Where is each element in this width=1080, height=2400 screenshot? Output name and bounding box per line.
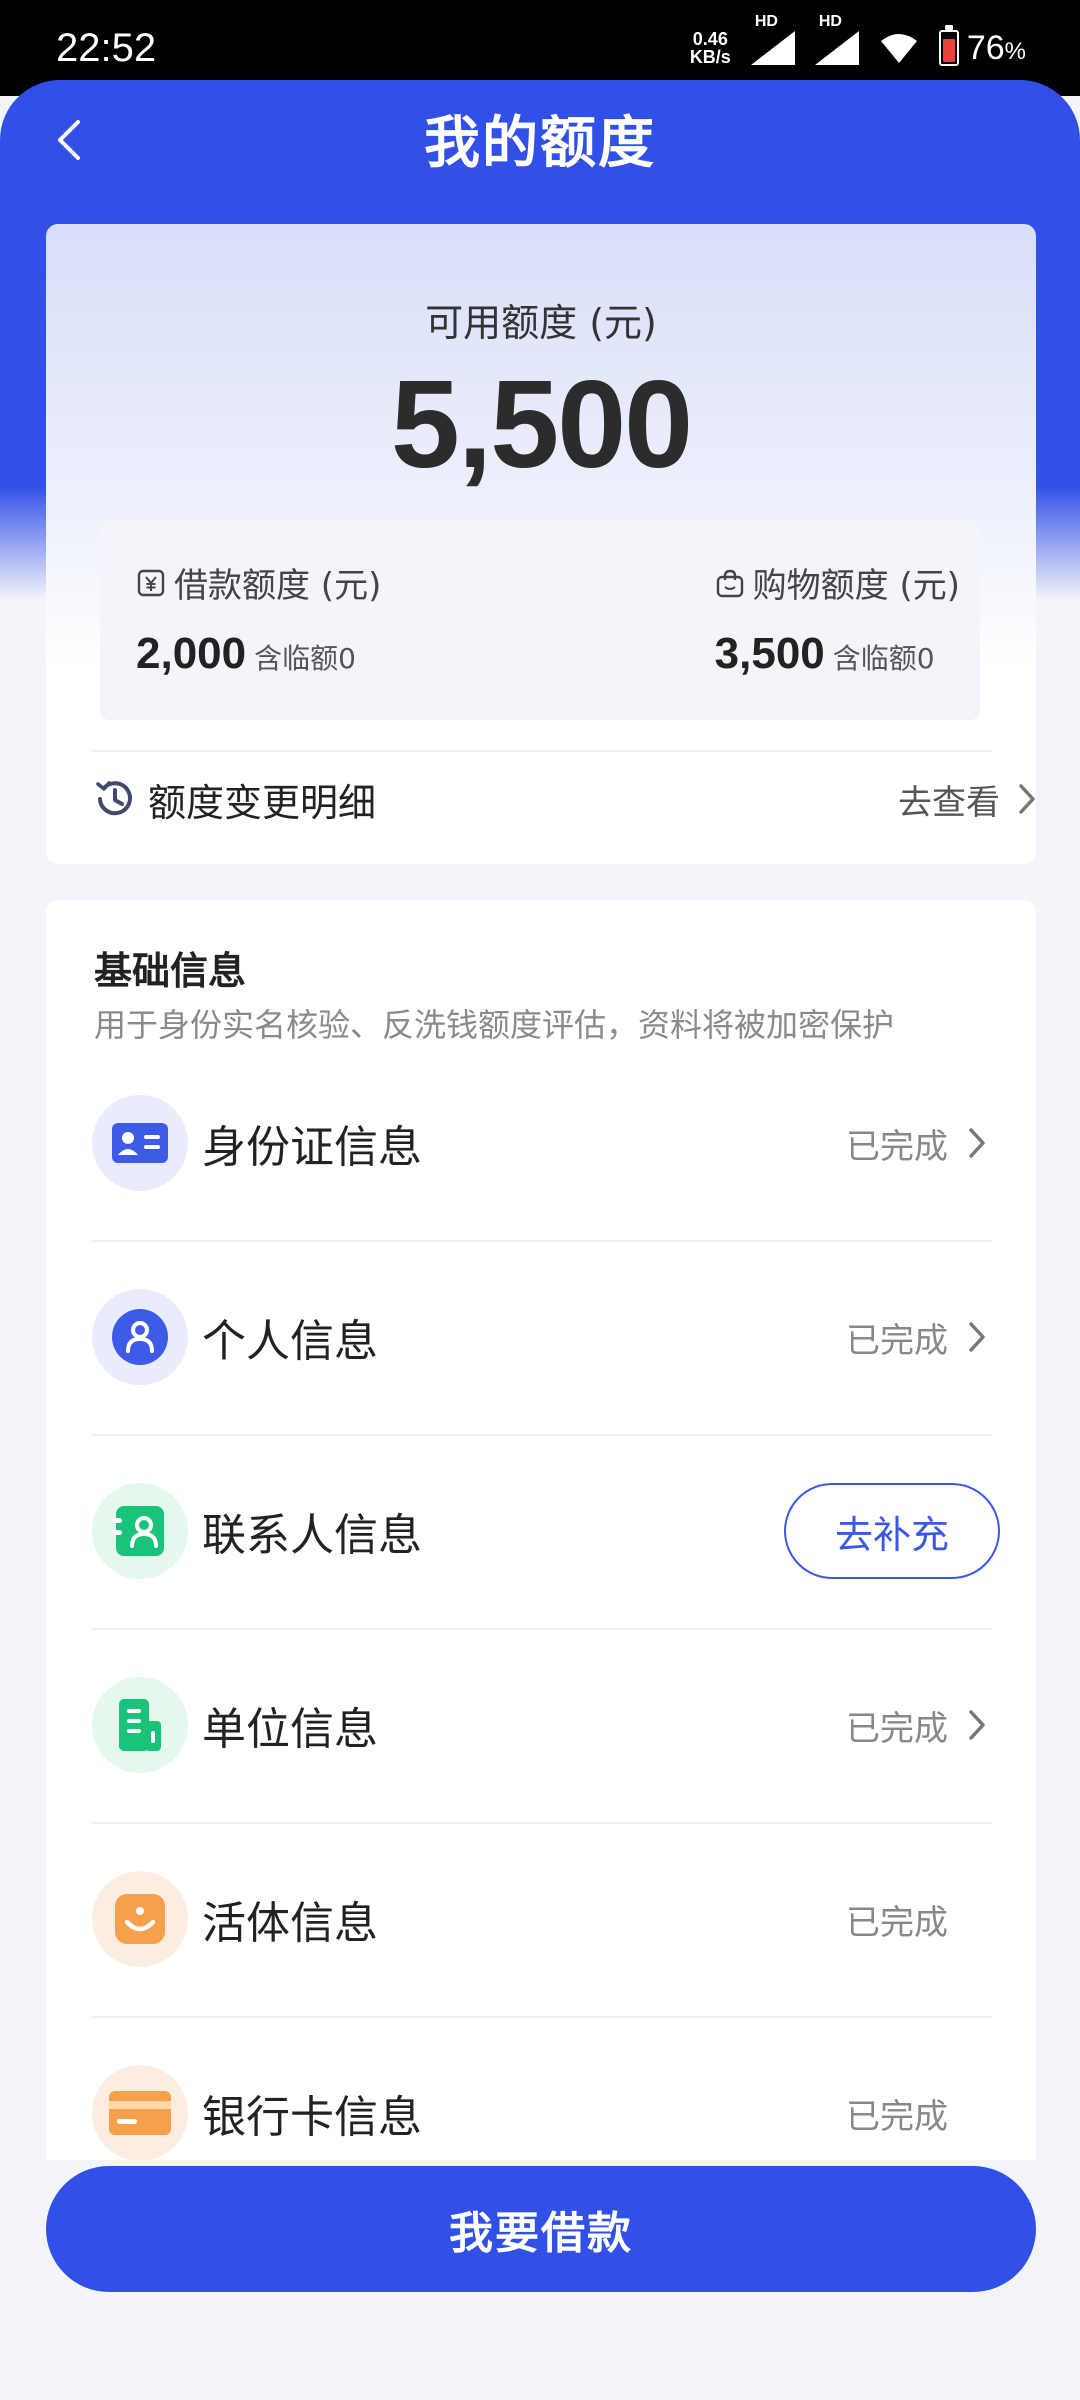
person-icon xyxy=(92,1289,188,1385)
info-row-status: 已完成 xyxy=(846,1320,948,1361)
chevron-right-icon xyxy=(1019,784,1035,814)
history-clock-icon xyxy=(96,781,132,816)
info-row-label: 联系人信息 xyxy=(202,1510,422,1561)
chevron-right-icon xyxy=(968,1317,992,1357)
status-indicators: 0.46 KB/s HD HD 76% xyxy=(689,13,1026,68)
basic-info-card: 基础信息 用于身份实名核验、反洗钱额度评估，资料将被加密保护 身份证信息 已完成 xyxy=(46,900,1036,2260)
available-quota-value: 5,500 xyxy=(390,356,693,494)
info-row-id-card[interactable]: 身份证信息 已完成 xyxy=(92,1046,992,1240)
quota-history-action[interactable]: 去查看 xyxy=(898,775,1000,824)
divider xyxy=(92,750,992,752)
id-card-icon xyxy=(92,1095,188,1191)
quota-history-row[interactable]: 额度变更明细 去查看 xyxy=(92,754,1036,844)
loan-quota: 借款额度 (元) 2,000 含临额0 xyxy=(136,558,381,679)
info-row-personal[interactable]: 个人信息 已完成 xyxy=(92,1240,992,1434)
section-title: 基础信息 xyxy=(94,949,247,993)
info-row-label: 银行卡信息 xyxy=(202,2092,422,2143)
available-quota-label: 可用额度 (元) xyxy=(425,301,657,345)
shopping-quota-note: 含临额0 xyxy=(832,642,935,675)
quota-history-label: 额度变更明细 xyxy=(148,780,377,825)
yuan-icon xyxy=(136,568,166,598)
borrow-button[interactable]: 我要借款 xyxy=(46,2166,1036,2292)
battery-indicator: 76% xyxy=(938,25,1026,68)
shopping-quota-label: 购物额度 (元) xyxy=(752,566,960,606)
network-speed: 0.46 KB/s xyxy=(689,29,731,67)
shopping-bag-icon xyxy=(715,568,745,598)
face-icon xyxy=(92,1871,188,1967)
quota-breakdown: 借款额度 (元) 2,000 含临额0 购物额度 (元) 3,500 含临额0 xyxy=(100,520,980,720)
shopping-quota: 购物额度 (元) 3,500 含临额0 xyxy=(715,558,960,679)
contacts-icon xyxy=(92,1483,188,1579)
quota-card: 可用额度 (元) 5,500 借款额度 (元) 2,000 含临额0 购物额度 … xyxy=(46,224,1036,864)
info-row-status: 已完成 xyxy=(846,1902,948,1943)
page-title: 我的额度 xyxy=(424,111,656,176)
battery-icon xyxy=(938,25,959,66)
info-row-status: 已完成 xyxy=(846,1708,948,1749)
cell-signal-icon-1: HD xyxy=(750,13,795,65)
battery-percent: 76% xyxy=(966,28,1026,67)
wifi-icon xyxy=(880,34,917,63)
status-time: 22:52 xyxy=(56,25,157,70)
chevron-right-icon xyxy=(968,1123,992,1163)
chevron-right-icon xyxy=(968,1705,992,1745)
info-row-status: 已完成 xyxy=(846,2096,948,2137)
info-row-status: 已完成 xyxy=(846,1126,948,1167)
shopping-quota-value: 3,500 xyxy=(714,629,825,678)
supplement-button[interactable]: 去补充 xyxy=(784,1483,1000,1579)
loan-quota-note: 含临额0 xyxy=(254,642,356,675)
loan-quota-label: 借款额度 (元) xyxy=(174,566,382,606)
building-icon xyxy=(92,1677,188,1773)
bank-card-icon xyxy=(92,2065,188,2161)
info-row-employer[interactable]: 单位信息 已完成 xyxy=(92,1628,992,1822)
info-row-label: 个人信息 xyxy=(202,1316,378,1367)
info-row-face: 活体信息 已完成 xyxy=(92,1822,992,2016)
info-row-contacts: 联系人信息 去补充 xyxy=(92,1434,1000,1628)
info-row-label: 活体信息 xyxy=(202,1898,378,1949)
cell-signal-icon-2: HD xyxy=(814,13,859,65)
info-row-label: 身份证信息 xyxy=(202,1122,422,1173)
section-subtitle: 用于身份实名核验、反洗钱额度评估，资料将被加密保护 xyxy=(94,1006,895,1044)
info-row-label: 单位信息 xyxy=(202,1704,378,1755)
loan-quota-value: 2,000 xyxy=(136,629,247,678)
